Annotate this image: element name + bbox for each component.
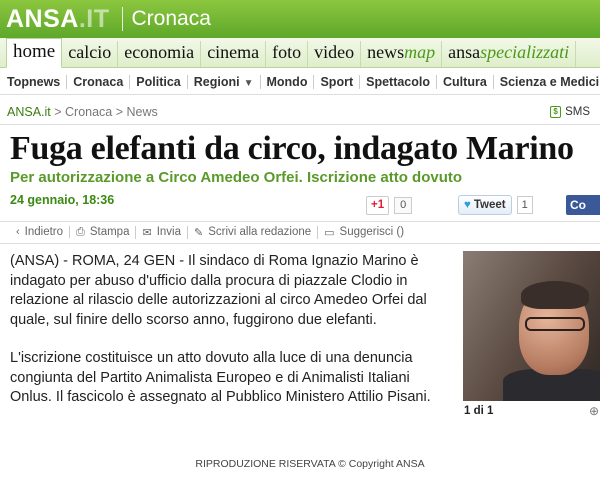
nav-home[interactable]: home [6, 38, 63, 68]
breadcrumb-sep: > [50, 105, 66, 119]
nav-label: ansa [448, 42, 481, 62]
subnav-scienza[interactable]: Scienza e Medicina [494, 75, 600, 89]
tool-back[interactable]: ‹ Indietro [10, 226, 71, 238]
photo-figure-glasses [525, 317, 585, 331]
divider [0, 124, 600, 125]
subnav-spettacolo[interactable]: Spettacolo [360, 74, 438, 89]
breadcrumb-home[interactable]: ANSA.it [7, 105, 51, 119]
nav-foto[interactable]: foto [266, 41, 309, 67]
zoom-icon[interactable]: ⊕ [589, 404, 599, 418]
divider [0, 243, 600, 244]
mail-icon: ✉ [142, 226, 152, 239]
logo-suffix: .IT [78, 4, 110, 33]
article-subtitle: Per autorizzazione a Circo Amedeo Orfei.… [10, 169, 463, 186]
nav-accent: specializzati [480, 42, 570, 62]
article-paragraph: L'iscrizione costituisce un atto dovuto … [10, 350, 431, 405]
subnav-sport[interactable]: Sport [314, 74, 361, 89]
sub-nav: Topnews Cronaca Politica Regioni ▼ Mondo … [0, 69, 600, 95]
gplus-widget: +1 0 [366, 195, 413, 215]
subnav-mondo[interactable]: Mondo [261, 74, 315, 89]
copyright-text: RIPRODUZIONE RISERVATA © Copyright ANSA [195, 458, 425, 470]
subnav-cronaca[interactable]: Cronaca [67, 74, 131, 89]
logo-text: ANSA [6, 4, 79, 33]
ansa-logo[interactable]: ANSA.IT [6, 5, 110, 34]
nav-calcio[interactable]: calcio [62, 41, 119, 67]
facebook-button[interactable]: Co [566, 195, 600, 215]
nav-label: video [314, 42, 355, 62]
gplus-count: 0 [394, 196, 413, 214]
nav-label: cinema [207, 42, 260, 62]
tool-suggest[interactable]: ▭ Suggerisci () [318, 226, 410, 239]
main-nav: home calcio economia cinema foto video n… [0, 38, 600, 68]
nav-economia[interactable]: economia [118, 41, 202, 67]
subnav-topnews[interactable]: Topnews [0, 74, 68, 89]
tool-label: Invia [156, 226, 181, 238]
article-body: (ANSA) - ROMA, 24 GEN - Il sindaco di Ro… [10, 252, 450, 427]
tool-label: Indietro [24, 226, 64, 238]
nav-ansa-specializzati[interactable]: ansaspecializzati [442, 41, 577, 67]
breadcrumb: ANSA.it > Cronaca > News [7, 105, 158, 119]
site-header: ANSA.IT Cronaca [0, 0, 600, 38]
subnav-regioni-label: Regioni [193, 74, 240, 89]
header-separator [121, 7, 123, 31]
tool-print[interactable]: ⎙ Stampa [70, 225, 137, 239]
article-paragraph: (ANSA) - ROMA, 24 GEN - Il sindaco di Ro… [10, 253, 427, 328]
photo-caption: 1 di 1 ⊕ [463, 401, 600, 421]
section-title[interactable]: Cronaca [132, 7, 211, 31]
tweet-button[interactable]: ♥ Tweet [458, 195, 512, 215]
subnav-cultura[interactable]: Cultura [437, 74, 494, 89]
tool-send[interactable]: ✉ Invia [136, 225, 188, 239]
twitter-bird-icon: ♥ [464, 199, 471, 211]
nav-label: economia [124, 42, 195, 62]
dropdown-arrow-icon: ▼ [243, 77, 254, 89]
breadcrumb-sep: > [112, 105, 127, 119]
facebook-label: Co [570, 198, 586, 212]
tweet-label: Tweet [473, 199, 506, 211]
sms-link[interactable]: $ SMS [550, 106, 590, 118]
tool-label: Scrivi alla redazione [208, 226, 312, 238]
tweet-count: 1 [516, 196, 533, 214]
breadcrumb-section[interactable]: Cronaca [65, 105, 112, 119]
breadcrumb-current[interactable]: News [127, 105, 158, 119]
photo-counter: 1 di 1 [464, 405, 494, 417]
sms-label: SMS [565, 106, 590, 118]
print-icon: ⎙ [76, 225, 85, 238]
article-tools: ‹ Indietro ⎙ Stampa ✉ Invia ✎ Scrivi alla re… [10, 222, 410, 242]
nav-label: home [13, 41, 56, 62]
nav-label: news [367, 42, 405, 62]
nav-label: calcio [68, 42, 112, 62]
subnav-politica[interactable]: Politica [130, 74, 188, 89]
tool-label: Suggerisci () [339, 226, 405, 238]
nav-cinema[interactable]: cinema [201, 41, 267, 67]
subnav-regioni[interactable]: Regioni ▼ [188, 74, 261, 89]
photo-figure-hair [521, 281, 589, 309]
article-date: 24 gennaio, 18:36 [10, 193, 115, 207]
nav-label: foto [272, 42, 302, 62]
tweet-widget: ♥ Tweet 1 [458, 195, 533, 215]
comment-icon: ▭ [324, 226, 335, 239]
copyright-notice: RIPRODUZIONE RISERVATA © Copyright ANSA [0, 458, 600, 470]
tool-write[interactable]: ✎ Scrivi alla redazione [188, 225, 319, 239]
article-photo[interactable] [463, 251, 600, 401]
nav-accent: map [404, 42, 436, 62]
gplus-button[interactable]: +1 [366, 195, 390, 215]
phone-icon: $ [550, 106, 562, 118]
tool-label: Stampa [89, 226, 130, 238]
nav-newsmap[interactable]: newsmap [361, 41, 443, 67]
back-arrow-icon: ‹ [16, 226, 20, 238]
article-title: Fuga elefanti da circo, indagato Marino [10, 130, 574, 167]
pencil-icon: ✎ [194, 226, 204, 239]
nav-video[interactable]: video [308, 41, 362, 67]
